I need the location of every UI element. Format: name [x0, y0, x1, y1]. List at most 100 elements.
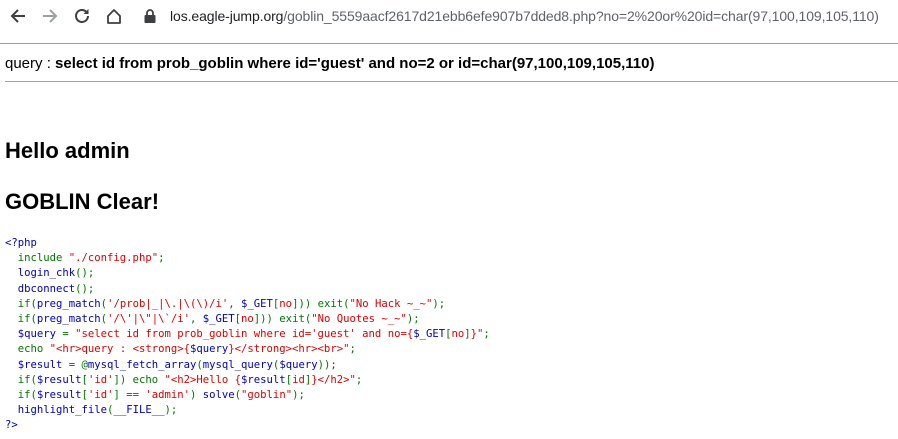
code-token: no	[279, 297, 293, 310]
lock-icon	[144, 9, 156, 23]
code-line: if(preg_match('/prob|_|\.|\(\)/i', $_GET…	[5, 297, 490, 312]
code-token: ] ==	[113, 388, 146, 401]
code-token: 'id'	[87, 388, 114, 401]
code-token: }</strong><hr><br>"	[228, 343, 350, 356]
code-token: $result	[36, 388, 82, 401]
code-token: ;	[158, 252, 165, 265]
code-token: solve	[202, 388, 235, 401]
code-token: preg_match	[36, 312, 101, 325]
reload-icon	[75, 9, 89, 23]
query-line: query : select id from prob_goblin where…	[5, 55, 654, 73]
code-token: $query	[189, 343, 229, 356]
code-token: "./config.php"	[68, 252, 159, 265]
code-token: no	[241, 312, 254, 325]
code-token: $query	[5, 328, 63, 341]
code-token: );	[292, 388, 305, 401]
code-token: '/prob|_|\.|\(\)/i'	[107, 297, 229, 310]
url-host: los.eagle-jump.org	[170, 8, 284, 24]
code-token: "<h2>Hello {	[164, 373, 242, 386]
code-line: login_chk();	[5, 266, 490, 281]
code-token: if(	[5, 297, 37, 310]
code-token: include	[5, 252, 69, 265]
code-token: ]) echo	[113, 373, 165, 386]
code-token: );	[164, 404, 178, 417]
forward-button[interactable]	[39, 5, 61, 27]
code-token: =	[62, 328, 76, 341]
code-token: ?>	[5, 419, 18, 432]
code-token: no	[451, 328, 465, 341]
code-line: include "./config.php";	[5, 251, 490, 266]
code-token: "No Hack ~_~"	[349, 297, 433, 310]
arrow-right-icon	[43, 9, 58, 23]
code-token: <?php	[5, 237, 37, 249]
code-token: if(	[5, 373, 37, 386]
code-line: if($result['id']) echo "<h2>Hello {$resu…	[5, 373, 490, 388]
code-token: $_GET	[413, 328, 446, 341]
code-line: if($result['id'] == 'admin') solve("gobl…	[5, 388, 490, 403]
code-token: }</h2>"	[311, 373, 356, 386]
url-path: /goblin_5559aacf2617d21ebb6efe907b7dded8…	[283, 8, 879, 24]
code-token: "<hr>query : <strong>{	[49, 343, 190, 356]
code-token: }"	[470, 328, 484, 341]
home-button[interactable]	[103, 5, 125, 27]
query-label: query :	[5, 55, 56, 72]
code-token: if(	[5, 388, 37, 401]
code-token: id	[292, 373, 305, 386]
hello-heading: Hello admin	[5, 138, 130, 163]
horizontal-rule	[0, 43, 898, 44]
code-token: login_chk	[5, 267, 76, 280]
clear-heading: GOBLIN Clear!	[5, 189, 160, 214]
code-token: ])) exit(	[292, 297, 350, 310]
code-token: mysql_fetch_array	[87, 358, 197, 371]
code-token: ;	[483, 328, 490, 341]
code-token: $result	[36, 373, 82, 386]
back-button[interactable]	[7, 5, 29, 27]
php-source-code: <?php include "./config.php"; login_chk(…	[5, 236, 490, 433]
horizontal-rule	[5, 81, 898, 82]
code-token: );	[432, 297, 446, 310]
query-sql: select id from prob_goblin where id='gue…	[55, 55, 655, 72]
browser-toolbar: los.eagle-jump.org/goblin_5559aacf2617d2…	[0, 0, 898, 32]
code-token: ();	[75, 282, 95, 295]
code-token: )	[190, 388, 203, 401]
address-bar[interactable]: los.eagle-jump.org/goblin_5559aacf2617d2…	[170, 7, 879, 25]
code-token: 'admin'	[145, 388, 190, 401]
reload-button[interactable]	[71, 5, 93, 27]
code-token: highlight_file	[5, 404, 108, 417]
code-token: ();	[75, 267, 95, 280]
code-token: echo	[5, 343, 50, 356]
code-token: "select id from prob_goblin where id='gu…	[75, 328, 414, 341]
code-line: ?>	[5, 418, 490, 433]
code-token: $query	[279, 358, 318, 371]
code-line: if(preg_match('/\'|\"|\`/i', $_GET[no]))…	[5, 312, 490, 327]
code-token: '/\'|\"|\`/i'	[107, 312, 190, 325]
code-line: dbconnect();	[5, 282, 490, 297]
code-token: ,	[228, 297, 242, 310]
code-token: $result	[5, 358, 69, 371]
code-token: dbconnect	[5, 282, 76, 295]
arrow-left-icon	[10, 9, 25, 23]
code-line: <?php	[5, 236, 490, 251]
code-token: if(	[5, 312, 37, 325]
code-token: "goblin"	[241, 388, 293, 401]
code-token: ;	[355, 373, 363, 386]
code-token: ,	[189, 312, 203, 325]
code-token: preg_match	[36, 297, 101, 310]
code-token: );	[406, 312, 420, 325]
code-token: $_GET	[202, 312, 235, 325]
code-token: mysql_query	[202, 358, 273, 371]
code-line: highlight_file(__FILE__);	[5, 403, 490, 418]
code-token: __FILE__	[113, 404, 165, 417]
code-token: "No Quotes ~_~"	[311, 312, 407, 325]
code-token: 'id'	[87, 373, 114, 386]
code-token: ;	[349, 343, 356, 356]
code-line: $query = "select id from prob_goblin whe…	[5, 327, 490, 342]
code-token: $_GET	[241, 297, 273, 310]
code-token: = @	[68, 358, 88, 371]
code-token: ));	[317, 358, 337, 371]
code-token: ])) exit(	[253, 312, 312, 325]
home-icon	[107, 9, 121, 24]
code-line: echo "<hr>query : <strong>{$query}</stro…	[5, 342, 490, 357]
code-token: $result	[241, 373, 286, 386]
code-line: $result = @mysql_fetch_array(mysql_query…	[5, 358, 490, 373]
